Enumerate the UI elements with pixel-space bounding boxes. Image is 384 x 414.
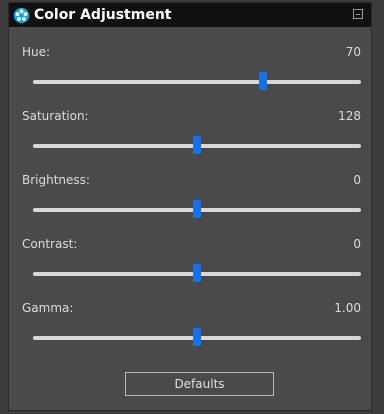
brightness-label: Brightness: (22, 173, 90, 187)
hue-slider-track[interactable] (33, 80, 361, 84)
panel-titlebar: Color Adjustment (9, 3, 371, 27)
hue-value: 70 (345, 45, 361, 59)
saturation-slider-thumb[interactable] (193, 136, 201, 154)
hue-label: Hue: (22, 45, 51, 59)
contrast-slider-thumb[interactable] (193, 264, 201, 282)
slider-row-brightness: Brightness: 0 (9, 172, 371, 236)
slider-row-gamma: Gamma: 1.00 (9, 300, 371, 364)
defaults-button[interactable]: Defaults (125, 372, 274, 396)
brightness-value: 0 (353, 173, 361, 187)
panel-title: Color Adjustment (34, 7, 172, 23)
gamma-label: Gamma: (22, 301, 74, 315)
saturation-label: Saturation: (22, 109, 89, 123)
slider-row-hue: Hue: 70 (9, 44, 371, 108)
collapse-icon[interactable] (353, 9, 363, 19)
contrast-label: Contrast: (22, 237, 78, 251)
hue-slider-thumb[interactable] (258, 72, 267, 90)
contrast-value: 0 (353, 237, 361, 251)
slider-row-saturation: Saturation: 128 (9, 108, 371, 172)
saturation-value: 128 (338, 109, 361, 123)
slider-row-contrast: Contrast: 0 (9, 236, 371, 300)
color-wheel-icon (13, 7, 30, 24)
gamma-value: 1.00 (334, 301, 361, 315)
gamma-slider-thumb[interactable] (193, 328, 201, 346)
color-adjustment-panel: Color Adjustment Hue: 70 Saturation: 128… (8, 2, 372, 411)
brightness-slider-thumb[interactable] (193, 200, 201, 218)
